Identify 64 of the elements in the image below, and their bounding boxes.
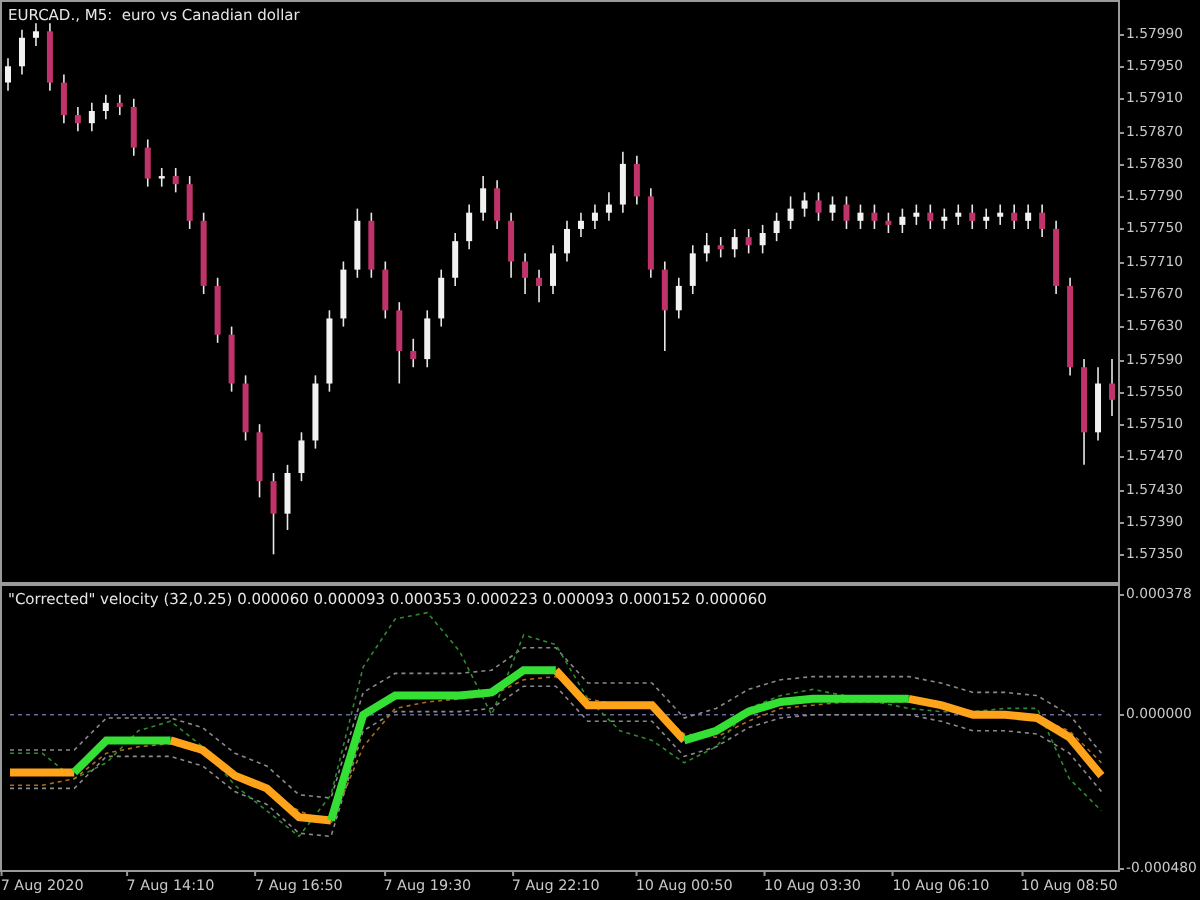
candlestick [410,337,417,369]
candlestick [899,207,906,234]
candlestick [633,154,640,206]
candlestick [689,244,696,295]
candlestick [983,207,990,230]
candlestick [284,464,291,531]
candlestick [480,175,487,222]
candlestick [1109,358,1115,417]
candlestick [1011,203,1018,230]
candlestick [298,431,305,482]
candlestick [801,191,808,218]
candlestick [32,22,39,47]
candlestick [116,93,123,116]
candlestick [452,232,459,287]
candlestick [172,167,179,194]
candlestick [605,191,612,222]
candlestick [144,138,151,188]
candlestick [577,211,584,238]
candlestick [857,203,864,230]
candlestick [745,228,752,255]
candlestick [74,106,81,133]
candlestick [424,309,431,369]
candlestick [158,167,165,188]
candlestick [522,252,529,295]
candlestick [927,203,934,230]
candlestick [913,203,920,226]
candlestick [843,195,850,230]
candlestick [396,301,403,385]
candlestick [466,203,473,251]
candlestick [731,228,738,259]
candlestick [18,28,25,76]
candlestick [759,224,766,255]
candlestick [270,472,277,556]
candlestick [508,211,515,279]
candlestick [969,203,976,230]
candlestick [563,220,570,263]
candlestick [941,207,948,230]
candlestick [787,195,794,230]
candlestick [186,175,193,230]
candlestick [5,57,11,92]
candlestick [703,232,710,263]
candlestick [955,203,962,226]
candlestick [717,236,724,259]
candlestick [661,260,668,352]
candlestick [536,268,543,303]
candlestick [102,93,109,120]
candlestick [60,73,67,125]
candlestick [619,150,626,214]
candlestick [88,102,95,133]
candlestick [675,276,682,320]
candlestick [997,203,1004,226]
candlestick [773,211,780,242]
candlestick [829,195,836,222]
candlestick [885,211,892,234]
candlestick [1025,203,1032,230]
candlestick [871,203,878,230]
candlestick [550,244,557,295]
candlestick [815,191,822,222]
candlestick [1039,203,1046,238]
candlestick [130,98,137,157]
candlestick [494,179,501,230]
candlestick [438,268,445,328]
candlestick [382,260,389,320]
candlestick [591,203,598,230]
